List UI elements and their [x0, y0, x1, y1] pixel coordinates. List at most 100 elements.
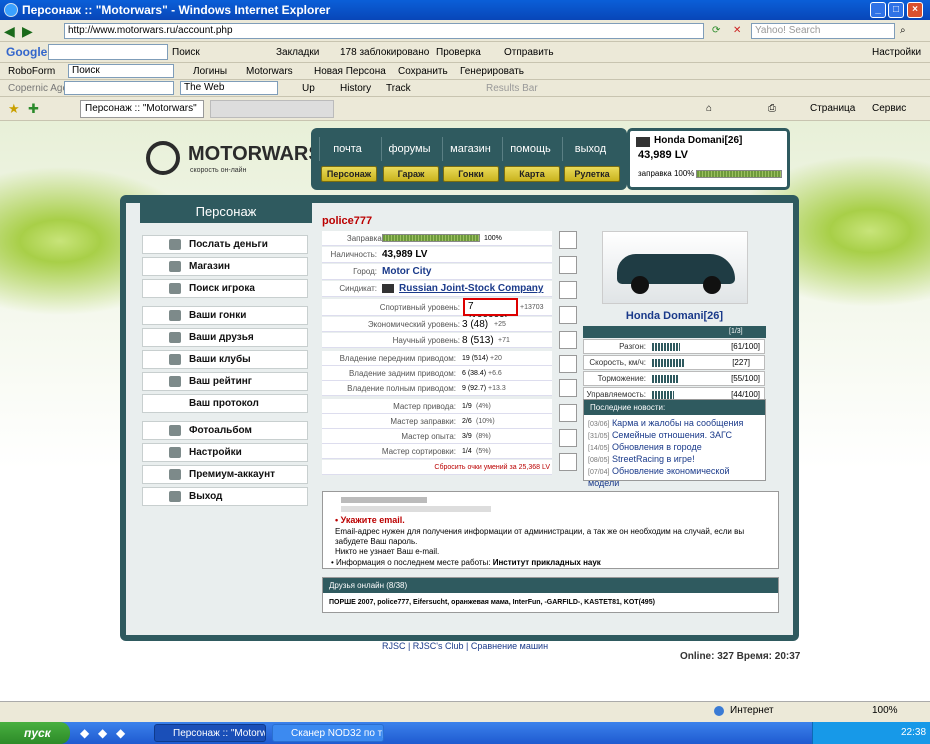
- syndicate-link[interactable]: Russian Joint-Stock Company: [399, 281, 543, 297]
- quicklaunch-icon[interactable]: ◆: [116, 726, 125, 740]
- news-item[interactable]: [03/06] Карма и жалобы на сообщения: [588, 418, 762, 430]
- tab-active[interactable]: Персонаж :: "Motorwars": [80, 100, 204, 118]
- site-logo[interactable]: MOTORWARS.RU скорость он-лайн: [146, 137, 356, 181]
- add-favorites-icon[interactable]: ✚: [28, 97, 39, 121]
- news-text[interactable]: Семейные отношения. ЗАГС: [612, 430, 732, 440]
- stat-label: Синдикат:: [339, 284, 377, 293]
- track-button[interactable]: Track: [386, 80, 411, 97]
- clock[interactable]: 22:38: [901, 722, 926, 744]
- tab-new[interactable]: [210, 100, 334, 118]
- empty-slot[interactable]: [559, 429, 577, 447]
- print-icon[interactable]: ⎙: [768, 97, 776, 121]
- bookmarks-menu[interactable]: Закладки: [276, 42, 319, 63]
- stat-extra: (5%): [476, 448, 491, 455]
- menu-photo-album[interactable]: Фотоальбом: [142, 421, 308, 440]
- suspension-icon[interactable]: [559, 379, 577, 397]
- nav-forums[interactable]: форумы: [381, 137, 437, 161]
- results-bar-button[interactable]: Results Bar: [486, 80, 538, 97]
- friends-list[interactable]: ПОРШЕ 2007, police777, Eifersucht, оранж…: [329, 599, 655, 606]
- menu-premium[interactable]: Премиум-аккаунт: [142, 465, 308, 484]
- menu-send-money[interactable]: Послать деньги: [142, 235, 308, 254]
- google-settings-button[interactable]: Настройки: [872, 42, 921, 63]
- maximize-button[interactable]: □: [888, 2, 904, 18]
- web-scope-select[interactable]: The Web: [180, 81, 278, 95]
- nav-garage[interactable]: Гараж: [383, 166, 439, 182]
- motorwars-login[interactable]: Motorwars: [246, 63, 293, 80]
- new-persona-button[interactable]: Новая Персона: [314, 63, 386, 80]
- news-text[interactable]: Обновления в городе: [612, 442, 702, 452]
- generate-button[interactable]: Генерировать: [460, 63, 524, 80]
- news-item[interactable]: [07/04] Обновление экономической модели: [588, 466, 762, 488]
- nav-character[interactable]: Персонаж: [321, 166, 377, 182]
- popups-blocked[interactable]: 178 заблокировано: [340, 42, 429, 63]
- send-button[interactable]: Отправить: [504, 42, 554, 63]
- quicklaunch-icon[interactable]: ◆: [80, 726, 89, 740]
- history-button[interactable]: History: [340, 80, 371, 97]
- nav-help[interactable]: помощь: [502, 137, 558, 161]
- menu-shop[interactable]: Магазин: [142, 257, 308, 276]
- car-name[interactable]: Honda Domani[26]: [583, 310, 766, 322]
- search-input[interactable]: Yahoo! Search: [751, 23, 895, 39]
- wrench-icon[interactable]: [559, 404, 577, 422]
- refresh-icon[interactable]: ⟳: [712, 20, 720, 42]
- minimize-button[interactable]: _: [870, 2, 886, 18]
- taskbar-item-browser[interactable]: Персонаж :: "Motorw...: [154, 724, 266, 742]
- engine-icon[interactable]: [559, 306, 577, 324]
- nav-exit[interactable]: выход: [562, 137, 618, 161]
- news-item[interactable]: [08/05] StreetRacing в игре!: [588, 454, 762, 466]
- menu-your-rating[interactable]: Ваш рейтинг: [142, 372, 308, 391]
- news-text[interactable]: StreetRacing в игре!: [612, 454, 695, 464]
- menu-your-friends[interactable]: Ваши друзья: [142, 328, 308, 347]
- brake-disc-icon[interactable]: [559, 331, 577, 349]
- roboform-search-input[interactable]: Поиск: [68, 64, 174, 78]
- car-part-icon[interactable]: [559, 281, 577, 299]
- logins-menu[interactable]: Логины: [193, 63, 227, 80]
- nav-mail[interactable]: почта: [319, 137, 375, 161]
- quicklaunch-icon[interactable]: ◆: [98, 726, 107, 740]
- tire-icon[interactable]: [559, 256, 577, 274]
- nav-map[interactable]: Карта: [504, 166, 560, 182]
- footer-links[interactable]: RJSC | RJSC's Club | Сравнение машин: [0, 641, 930, 651]
- favorites-star-icon[interactable]: ★: [8, 97, 20, 121]
- roboform-menu[interactable]: RoboForm: [8, 63, 55, 80]
- news-item[interactable]: [14/05] Обновления в городе: [588, 442, 762, 454]
- up-button[interactable]: Up: [302, 80, 315, 97]
- close-button[interactable]: ×: [907, 2, 923, 18]
- current-car-name[interactable]: Honda Domani[26]: [654, 135, 742, 146]
- taskbar-item-nod32[interactable]: Сканер NOD32 по тр...: [272, 724, 384, 742]
- page-menu[interactable]: Страница: [810, 97, 855, 121]
- empty-slot[interactable]: [559, 453, 577, 471]
- tools-menu[interactable]: Сервис: [872, 97, 906, 121]
- menu-settings[interactable]: Настройки: [142, 443, 308, 462]
- menu-your-clubs[interactable]: Ваши клубы: [142, 350, 308, 369]
- home-icon[interactable]: ⌂: [706, 97, 712, 121]
- search-icon[interactable]: ⌕: [900, 20, 906, 42]
- copernic-search-input[interactable]: [64, 81, 174, 95]
- stop-icon[interactable]: ✕: [733, 20, 741, 42]
- tool-icon[interactable]: [559, 231, 577, 249]
- nav-roulette[interactable]: Рулетка: [564, 166, 620, 182]
- reset-skills-link[interactable]: Сбросить очки умений за 25,368 LV: [322, 460, 552, 475]
- google-search-button[interactable]: Поиск: [172, 42, 200, 63]
- spellcheck-button[interactable]: Проверка: [436, 42, 481, 63]
- news-text[interactable]: Карма и жалобы на сообщения: [612, 418, 743, 428]
- stat-label: Владение задним приводом:: [348, 369, 456, 378]
- nav-races[interactable]: Гонки: [443, 166, 499, 182]
- menu-find-player[interactable]: Поиск игрока: [142, 279, 308, 298]
- car-page-indicator[interactable]: [1/3]: [729, 326, 743, 338]
- news-text[interactable]: Обновление экономической модели: [588, 466, 730, 488]
- address-input[interactable]: http://www.motorwars.ru/account.php: [64, 23, 704, 39]
- gear-part-icon[interactable]: [559, 355, 577, 373]
- zoom-level[interactable]: 100%: [872, 705, 898, 716]
- nav-shop[interactable]: магазин: [442, 137, 498, 161]
- forward-icon[interactable]: ▶: [22, 20, 33, 42]
- google-search-input[interactable]: [48, 44, 168, 60]
- news-item[interactable]: [31/05] Семейные отношения. ЗАГС: [588, 430, 762, 442]
- menu-your-races[interactable]: Ваши гонки: [142, 306, 308, 325]
- car-image[interactable]: [602, 231, 748, 304]
- back-icon[interactable]: ◀: [4, 20, 15, 42]
- menu-your-protocol[interactable]: Ваш протокол: [142, 394, 308, 413]
- menu-exit[interactable]: Выход: [142, 487, 308, 506]
- save-button[interactable]: Сохранить: [398, 63, 448, 80]
- start-button[interactable]: пуск: [0, 722, 70, 744]
